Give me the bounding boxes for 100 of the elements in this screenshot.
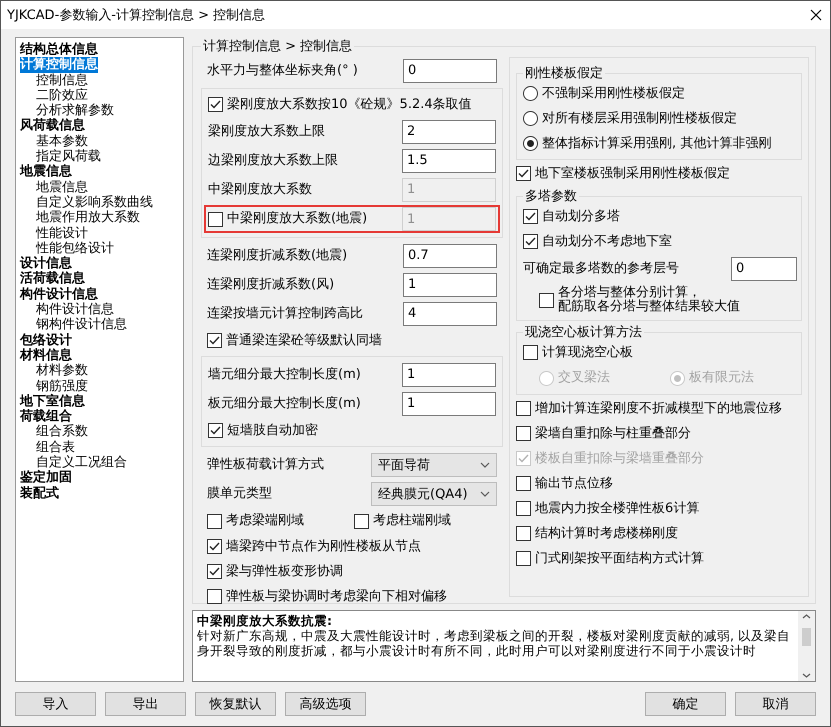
- checkbox[interactable]: [207, 589, 222, 604]
- field-label: 弹性板荷载计算方式: [207, 458, 325, 472]
- checkbox-label: 短墙肢自动加密: [227, 424, 319, 438]
- sidebar-item[interactable]: 自定义影响系数曲线: [36, 194, 153, 210]
- dropdown[interactable]: 经典膜元(QA4): [371, 482, 497, 506]
- checkbox-label: 梁与弹性板变形协调: [226, 564, 344, 578]
- sidebar-item[interactable]: 分析求解参数: [36, 103, 114, 118]
- dialog-button[interactable]: 高级选项: [285, 692, 366, 716]
- text-field[interactable]: 4: [403, 302, 497, 326]
- sidebar-item[interactable]: 计算控制信息: [20, 57, 98, 73]
- checkbox[interactable]: [516, 526, 531, 541]
- sidebar-item[interactable]: 鉴定加固: [20, 470, 72, 486]
- checkbox[interactable]: [207, 333, 222, 348]
- dropdown[interactable]: 平面导荷: [371, 452, 497, 476]
- text-field[interactable]: 1: [402, 362, 496, 386]
- checkbox[interactable]: [523, 234, 538, 249]
- checkbox-label: 梁墙自重扣除与柱重叠部分: [535, 426, 692, 440]
- checkbox[interactable]: [208, 97, 223, 112]
- checkbox[interactable]: [516, 401, 531, 416]
- text-field[interactable]: 1.5: [402, 148, 496, 172]
- sidebar-item[interactable]: 地震信息: [36, 180, 88, 195]
- checkbox-label: 计算现浇空心板: [542, 346, 634, 360]
- sidebar-item[interactable]: 基本参数: [36, 134, 88, 150]
- sidebar-item[interactable]: 二阶效应: [36, 88, 88, 104]
- checkbox[interactable]: [516, 476, 531, 491]
- text-field[interactable]: 2: [402, 120, 496, 144]
- radio-button[interactable]: [523, 111, 538, 126]
- sidebar-item[interactable]: 性能包络设计: [36, 240, 114, 256]
- group-title: 刚性楼板假定: [524, 65, 604, 82]
- field-label: 墙元细分最大控制长度(m): [208, 368, 362, 382]
- radio-label: 不强制采用刚性楼板假定: [542, 86, 686, 100]
- checkbox-label: 自动划分不考虑地下室: [542, 234, 673, 248]
- checkbox[interactable]: [207, 514, 222, 528]
- text-field[interactable]: 1: [402, 392, 496, 416]
- field-label: 梁刚度放大系数上限: [208, 124, 326, 138]
- checkbox-label: 楼板自重扣除与梁墙重叠部分: [535, 452, 705, 466]
- checkbox-label: 考虑梁端刚域: [226, 514, 305, 528]
- checkbox[interactable]: [523, 345, 538, 360]
- sidebar-item[interactable]: 构件设计信息: [20, 286, 98, 302]
- sidebar-item[interactable]: 性能设计: [36, 226, 88, 241]
- sidebar-item[interactable]: 材料参数: [36, 363, 88, 379]
- dialog-button[interactable]: 确定: [645, 692, 726, 716]
- text-field[interactable]: 0: [731, 256, 797, 280]
- checkbox-label: 结构计算时考虑楼梯刚度: [535, 526, 679, 540]
- sidebar-item[interactable]: 钢筋强度: [36, 378, 88, 394]
- sidebar-item[interactable]: 地震信息: [20, 164, 72, 180]
- scrollbar-thumb[interactable]: [802, 628, 811, 646]
- checkbox[interactable]: [207, 539, 222, 554]
- checkbox[interactable]: [516, 426, 531, 441]
- sidebar-item[interactable]: 活荷载信息: [20, 271, 85, 287]
- sidebar-item[interactable]: 结构总体信息: [20, 42, 98, 58]
- sidebar-item[interactable]: 设计信息: [20, 256, 72, 272]
- checkbox[interactable]: [354, 514, 369, 528]
- checkbox-label: 弹性板与梁协调时考虑梁向下相对偏移: [226, 590, 448, 604]
- sidebar-item[interactable]: 装配式: [20, 486, 59, 501]
- checkbox[interactable]: [516, 166, 531, 181]
- checkbox[interactable]: [516, 501, 531, 516]
- checkbox[interactable]: [516, 551, 531, 566]
- checkbox-label: 普通梁连梁砼等级默认同墙: [226, 334, 383, 348]
- dialog-button[interactable]: 取消: [735, 692, 816, 716]
- chevron-down-icon: [480, 490, 490, 496]
- checkbox-label: 墙梁跨中节点作为刚性楼板从节点: [226, 540, 422, 554]
- sidebar-item[interactable]: 构件设计信息: [36, 302, 114, 318]
- scrollbar[interactable]: [798, 611, 815, 681]
- scroll-down-icon[interactable]: [802, 673, 811, 678]
- sidebar-item[interactable]: 指定风荷载: [36, 149, 101, 164]
- checkbox-label: 各分塔与整体分别计算， 配筋取各分塔与整体结果较大值: [558, 286, 741, 314]
- checkbox-label: 自动划分多塔: [542, 210, 621, 224]
- sidebar-item[interactable]: 地下室信息: [20, 394, 85, 410]
- sidebar-item[interactable]: 组合表: [36, 440, 75, 456]
- field-label: 可确定最多塔数的参考层号: [523, 262, 680, 276]
- sidebar-item[interactable]: 控制信息: [36, 72, 88, 88]
- description-title: 中梁刚度放大系数抗震:: [197, 613, 333, 628]
- text-field[interactable]: 0: [403, 58, 497, 82]
- text-field[interactable]: 0.7: [403, 244, 497, 268]
- dialog-button[interactable]: 恢复默认: [195, 692, 276, 716]
- scroll-up-icon[interactable]: [802, 614, 811, 619]
- sidebar-item[interactable]: 材料信息: [20, 348, 72, 364]
- checkbox[interactable]: [539, 292, 554, 308]
- radio-label: 整体指标计算采用强刚, 其他计算非强刚: [542, 136, 772, 150]
- sidebar-item[interactable]: 地震作用放大系数: [36, 210, 140, 226]
- radio-label: 板有限元法: [689, 371, 755, 385]
- close-icon[interactable]: [810, 9, 822, 21]
- radio-button[interactable]: [523, 86, 538, 101]
- dialog-button[interactable]: 导出: [105, 692, 186, 716]
- sidebar-item[interactable]: 荷载组合: [20, 409, 72, 424]
- field-label: 膜单元类型: [207, 486, 273, 500]
- sidebar-item[interactable]: 包络设计: [20, 332, 72, 348]
- dialog-button[interactable]: 导入: [15, 692, 96, 716]
- radio-button[interactable]: [523, 136, 538, 151]
- checkbox[interactable]: [208, 423, 223, 438]
- sidebar-item[interactable]: 钢构件设计信息: [36, 317, 127, 333]
- checkbox-label: 地下室楼板强制采用刚性楼板假定: [535, 166, 731, 180]
- checkbox[interactable]: [523, 209, 538, 224]
- sidebar-item[interactable]: 风荷载信息: [20, 118, 85, 134]
- sidebar-item[interactable]: 自定义工况组合: [36, 455, 127, 470]
- group-title: 多塔参数: [524, 188, 578, 205]
- text-field[interactable]: 1: [403, 272, 497, 296]
- sidebar-item[interactable]: 组合系数: [36, 424, 88, 440]
- checkbox[interactable]: [207, 564, 222, 579]
